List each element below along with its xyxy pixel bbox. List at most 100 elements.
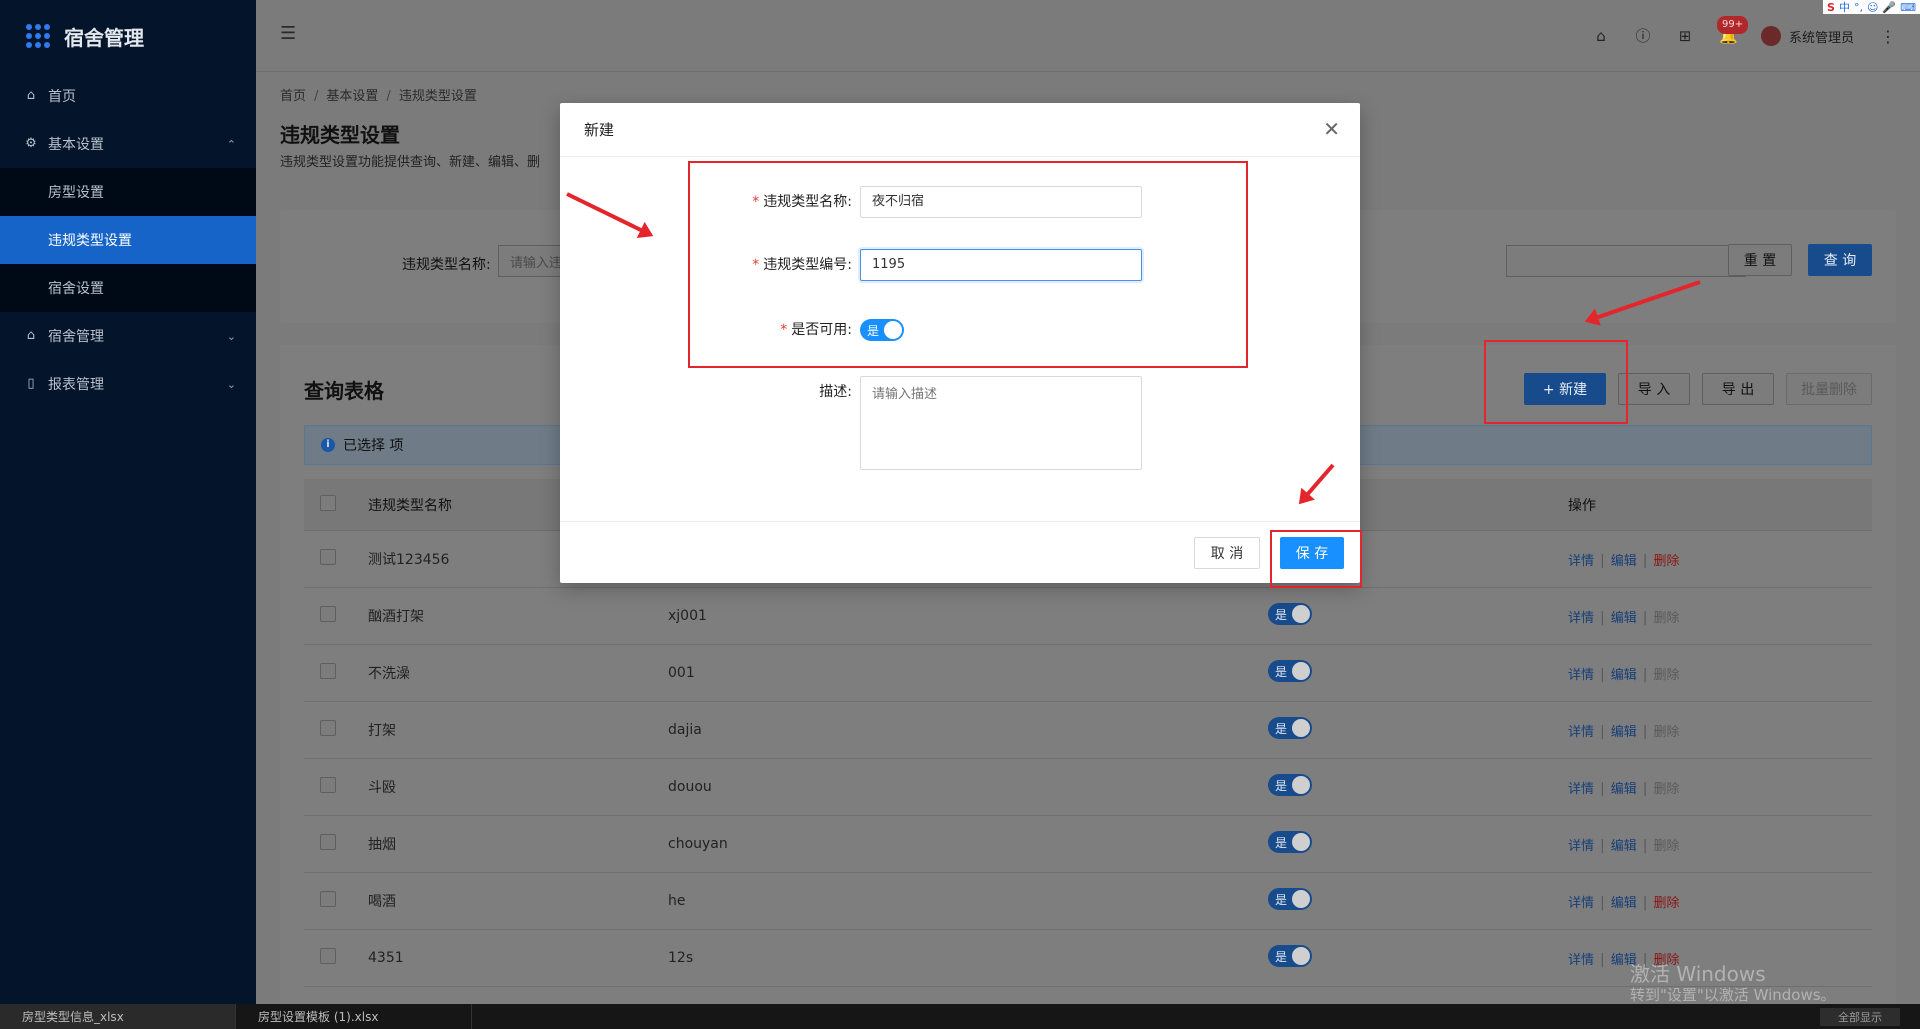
edit-link[interactable]: 编辑	[1611, 554, 1637, 569]
enabled-toggle[interactable]: 是	[1268, 888, 1312, 910]
edit-link[interactable]: 编辑	[1611, 611, 1637, 626]
table-row: 抽烟 chouyan 是 详情 | 编辑 | 删除	[304, 816, 1872, 873]
modal-footer: 取 消 保 存	[560, 521, 1360, 583]
toggle-label: 是	[1275, 608, 1288, 622]
delete-link[interactable]: 删除	[1653, 839, 1679, 854]
detail-link[interactable]: 详情	[1568, 896, 1594, 911]
table-title: 查询表格	[304, 379, 384, 403]
taskbar: 房型类型信息_xlsx 房型设置模板 (1).xlsx 全部显示	[0, 1004, 1920, 1029]
select-all-checkbox[interactable]	[320, 494, 336, 511]
column-header-ops: 操作	[1568, 497, 1596, 514]
table-row: 酗酒打架 xj001 是 详情 | 编辑 | 删除	[304, 588, 1872, 645]
row-checkbox[interactable]	[320, 720, 336, 736]
row-checkbox[interactable]	[320, 834, 336, 850]
table-row: 斗殴 douou 是 详情 | 编辑 | 删除	[304, 759, 1872, 816]
description-textarea[interactable]	[860, 376, 1142, 470]
edit-link[interactable]: 编辑	[1611, 896, 1637, 911]
cell-name: 斗殴	[368, 780, 396, 796]
delete-link[interactable]: 删除	[1653, 896, 1679, 911]
breadcrumb-item[interactable]: 基本设置	[326, 89, 378, 104]
op-divider: |	[1600, 780, 1605, 797]
taskbar-item[interactable]: 房型类型信息_xlsx	[0, 1004, 236, 1029]
home-icon: ⌂	[26, 328, 36, 343]
row-checkbox[interactable]	[320, 948, 336, 964]
reset-button[interactable]: 重 置	[1728, 244, 1792, 276]
delete-link[interactable]: 删除	[1653, 725, 1679, 740]
ime-mic-icon: 🎤	[1882, 0, 1897, 14]
detail-link[interactable]: 详情	[1568, 611, 1594, 626]
menu-collapse-icon[interactable]: ☰	[280, 25, 300, 43]
cell-name: 喝酒	[368, 894, 396, 910]
sidebar-item-dorm-management[interactable]: ⌂ 宿舍管理 ⌄	[0, 312, 256, 360]
breadcrumb-item: 违规类型设置	[398, 89, 477, 104]
sidebar-item-reports[interactable]: ▯ 报表管理 ⌄	[0, 360, 256, 408]
home-icon[interactable]: ⌂	[1593, 28, 1609, 44]
user-name: 系统管理员	[1788, 30, 1854, 46]
info-icon: i	[321, 438, 335, 452]
enabled-toggle[interactable]: 是	[1268, 717, 1312, 739]
row-checkbox[interactable]	[320, 891, 336, 907]
detail-link[interactable]: 详情	[1568, 782, 1594, 797]
edit-link[interactable]: 编辑	[1611, 782, 1637, 797]
detail-link[interactable]: 详情	[1568, 725, 1594, 740]
edit-link[interactable]: 编辑	[1611, 725, 1637, 740]
close-icon[interactable]: ✕	[1323, 119, 1340, 139]
layout-icon[interactable]: ⊞	[1677, 28, 1693, 44]
help-icon[interactable]: ⓘ	[1635, 28, 1651, 44]
search-input-secondary[interactable]	[1506, 245, 1746, 277]
enabled-toggle[interactable]: 是	[1268, 945, 1312, 967]
show-all-button[interactable]: 全部显示	[1820, 1007, 1900, 1026]
edit-link[interactable]: 编辑	[1611, 839, 1637, 854]
top-header: ☰ ⌂ ⓘ ⊞ 🔔 99+ 系统管理员 ⋮	[256, 0, 1920, 72]
breadcrumb-item[interactable]: 首页	[280, 89, 306, 104]
sidebar-item-room-type[interactable]: 房型设置	[0, 168, 256, 216]
import-button[interactable]: 导 入	[1618, 373, 1690, 405]
delete-link[interactable]: 删除	[1653, 782, 1679, 797]
detail-link[interactable]: 详情	[1568, 668, 1594, 683]
sidebar-item-dorm-settings[interactable]: 宿舍设置	[0, 264, 256, 312]
sidebar-item-home[interactable]: ⌂ 首页	[0, 72, 256, 120]
taskbar-item[interactable]: 房型设置模板 (1).xlsx	[236, 1004, 472, 1029]
sidebar-item-violation-type[interactable]: 违规类型设置	[0, 216, 256, 264]
sidebar-item-basic-settings[interactable]: ⚙ 基本设置 ⌃	[0, 120, 256, 168]
query-button[interactable]: 查 询	[1808, 244, 1872, 276]
cell-ops: 详情 | 编辑 | 删除	[1568, 835, 1868, 854]
cancel-button[interactable]: 取 消	[1194, 537, 1260, 569]
enabled-toggle[interactable]: 是	[1268, 603, 1312, 625]
ime-toolbar[interactable]: S 中 °, ☺ 🎤 ⌨	[1823, 0, 1920, 14]
cell-code: douou	[668, 779, 712, 795]
row-checkbox[interactable]	[320, 606, 336, 622]
ime-emoji-icon: ☺	[1866, 0, 1879, 14]
enabled-toggle[interactable]: 是	[1268, 831, 1312, 853]
user-menu[interactable]: 系统管理员	[1760, 26, 1854, 46]
row-checkbox[interactable]	[320, 777, 336, 793]
cell-ops: 详情 | 编辑 | 删除	[1568, 550, 1868, 569]
brand-title: 宿舍管理	[64, 25, 144, 50]
more-vertical-icon[interactable]: ⋮	[1880, 27, 1896, 46]
delete-link[interactable]: 删除	[1653, 611, 1679, 626]
row-checkbox[interactable]	[320, 663, 336, 679]
delete-link[interactable]: 删除	[1653, 668, 1679, 683]
row-checkbox[interactable]	[320, 549, 336, 565]
notification-badge: 99+	[1716, 16, 1749, 34]
export-button[interactable]: 导 出	[1702, 373, 1774, 405]
cell-enabled: 是	[1268, 831, 1568, 857]
bell-icon[interactable]: 🔔 99+	[1716, 16, 1749, 44]
edit-link[interactable]: 编辑	[1611, 668, 1637, 683]
detail-link[interactable]: 详情	[1568, 554, 1594, 569]
batch-delete-button[interactable]: 批量删除	[1786, 373, 1872, 405]
enabled-toggle[interactable]: 是	[1268, 660, 1312, 682]
detail-link[interactable]: 详情	[1568, 953, 1594, 968]
toggle-knob	[1292, 890, 1310, 908]
brand[interactable]: 宿舍管理	[0, 0, 256, 72]
toggle-knob	[1292, 947, 1310, 965]
op-divider: |	[1600, 894, 1605, 911]
cell-name: 4351	[368, 950, 404, 966]
delete-link[interactable]: 删除	[1653, 554, 1679, 569]
header-actions: ⌂ ⓘ ⊞ 🔔 99+ 系统管理员 ⋮	[1593, 16, 1896, 50]
annotation-box-new	[1484, 340, 1628, 424]
detail-link[interactable]: 详情	[1568, 839, 1594, 854]
ime-lang: 中	[1838, 1, 1850, 14]
cell-ops: 详情 | 编辑 | 删除	[1568, 778, 1868, 797]
enabled-toggle[interactable]: 是	[1268, 774, 1312, 796]
